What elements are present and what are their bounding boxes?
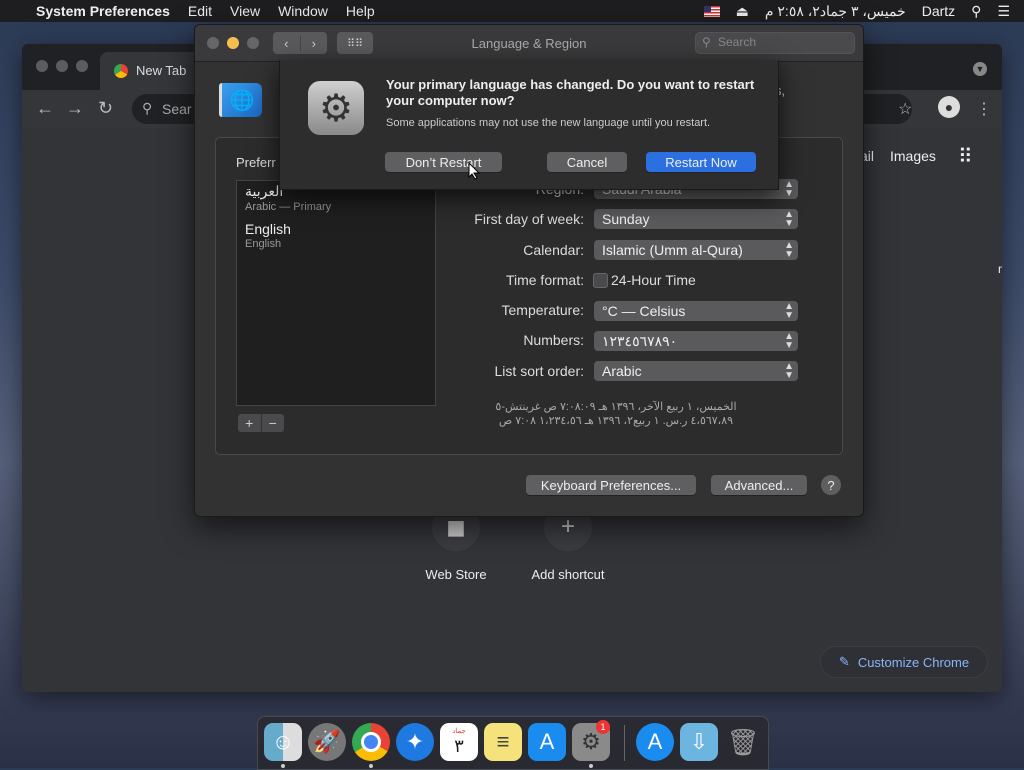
calendar-icon[interactable]: جماد ٣ [440, 723, 478, 761]
shortcut-label: Web Store [425, 567, 487, 582]
back-arrow-icon[interactable]: ← [36, 98, 54, 119]
sort-order-popup[interactable]: Arabic ▲ ▼ [594, 361, 798, 381]
updown-icon: ▲ ▼ [784, 331, 794, 351]
system-preferences-gear-icon: ⚙ [308, 81, 364, 135]
app-store-downloads-icon[interactable]: A [636, 723, 674, 761]
globe-flag-icon: 🌐 [219, 83, 262, 117]
lr-title-bar: ‹ › ⠿⠿ Language & Region ⚲ Search [195, 25, 863, 62]
menu-edit[interactable]: Edit [188, 3, 212, 19]
chrome-close-dot[interactable] [36, 60, 48, 72]
trash-icon[interactable]: 🗑 [724, 723, 762, 761]
calendar-month: جماد [452, 728, 466, 735]
advanced-button[interactable]: Advanced... [711, 475, 807, 495]
notification-center-icon[interactable]: ☰ [997, 3, 1010, 20]
app-store-icon[interactable]: A [528, 723, 566, 761]
running-indicator [281, 764, 285, 768]
apps-grid-icon[interactable]: ⠿ [958, 144, 973, 169]
menu-clock[interactable]: خميس، ٣ جماد٢، ٢:٥٨ م [765, 3, 906, 20]
numbers-value: ١٢٣٤٥٦٧٨٩٠ [602, 333, 678, 349]
preferred-languages-label: Preferr [236, 155, 276, 170]
updown-icon: ▲ ▼ [784, 301, 794, 321]
launchpad-icon[interactable]: 🚀 [308, 723, 346, 761]
downloads-folder-icon[interactable]: ⇩ [680, 723, 718, 761]
time-format-label: Time format: [505, 272, 584, 288]
notes-icon[interactable]: ≡ [484, 723, 522, 761]
restart-now-button[interactable]: Restart Now [646, 152, 756, 172]
chrome-logo-icon [114, 64, 128, 78]
temperature-popup[interactable]: °C — Celsius ▲ ▼ [594, 301, 798, 321]
updown-icon: ▲ ▼ [784, 179, 794, 199]
chrome-zoom-dot[interactable] [76, 60, 88, 72]
side-partial-text: m [998, 262, 1002, 276]
chrome-menu-icon[interactable]: ⋮ [976, 99, 992, 119]
updown-icon: ▲ ▼ [784, 240, 794, 260]
format-sample-line-2: ٤،٥٦٧،٨٩ ر.س. ١ ربيع٢، ١٣٩٦ هـ ١،٢٣٤،٥٦ … [498, 415, 734, 427]
forward-arrow-icon[interactable]: → [66, 98, 84, 119]
customize-chrome-button[interactable]: ✎ Customize Chrome [820, 646, 988, 678]
updown-icon: ▲ ▼ [784, 361, 794, 381]
dock: ☺ 🚀 ✦ جماد ٣ ≡ A ⚙ 1 A ⇩ 🗑 [257, 716, 769, 770]
shortcut-label: Add shortcut [531, 567, 605, 582]
pencil-icon: ✎ [838, 654, 850, 669]
input-source-flag-icon[interactable] [703, 5, 720, 17]
alert-title: Your primary language has changed. Do yo… [386, 77, 755, 108]
sort-order-label: List sort order: [494, 363, 584, 379]
sort-order-value: Arabic [602, 363, 642, 379]
first-day-value: Sunday [602, 211, 650, 227]
numbers-popup[interactable]: ١٢٣٤٥٦٧٨٩٠ ▲ ▼ [594, 331, 798, 351]
omnibox-search-icon: ⚲ [142, 100, 153, 116]
search-placeholder: Search [718, 35, 757, 49]
mouse-cursor-icon [468, 161, 481, 185]
help-button[interactable]: ? [821, 475, 841, 495]
first-day-label: First day of week: [474, 211, 584, 227]
chrome-tab-title: New Tab [136, 63, 187, 78]
cancel-button[interactable]: Cancel [547, 152, 627, 172]
updown-icon: ▲ ▼ [784, 209, 794, 229]
running-indicator [369, 764, 373, 768]
reload-icon[interactable]: ↻ [98, 98, 113, 119]
eject-icon[interactable]: ⏏ [736, 3, 749, 20]
alert-body: Some applications may not use the new la… [386, 117, 711, 129]
customize-label: Customize Chrome [857, 654, 970, 670]
temperature-label: Temperature: [501, 302, 584, 318]
numbers-label: Numbers: [523, 332, 584, 348]
24-hour-label[interactable]: 24-Hour Time [611, 272, 696, 288]
spotlight-search-icon[interactable]: ⚲ [971, 3, 981, 20]
menu-help[interactable]: Help [346, 3, 375, 19]
calendar-value: Islamic (Umm al-Qura) [602, 242, 743, 258]
first-day-popup[interactable]: Sunday ▲ ▼ [594, 209, 798, 229]
notification-badge: 1 [596, 720, 610, 734]
search-icon: ⚲ [702, 35, 711, 49]
menu-bar: System Preferences Edit View Window Help… [0, 0, 1024, 22]
dock-divider [624, 725, 625, 761]
remove-language-button[interactable]: − [262, 414, 285, 432]
keyboard-preferences-button[interactable]: Keyboard Preferences... [526, 475, 696, 495]
menu-view[interactable]: View [230, 3, 260, 19]
calendar-popup[interactable]: Islamic (Umm al-Qura) ▲ ▼ [594, 240, 798, 260]
chrome-dock-icon[interactable] [352, 723, 390, 761]
menu-window[interactable]: Window [278, 3, 328, 19]
safari-icon[interactable]: ✦ [396, 723, 434, 761]
search-field[interactable]: ⚲ Search [695, 32, 855, 54]
tab-search-icon[interactable]: ▼ [973, 62, 987, 76]
running-indicator [589, 764, 593, 768]
restart-alert-sheet: ⚙ Your primary language has changed. Do … [279, 60, 779, 190]
calendar-label: Calendar: [523, 242, 584, 258]
bookmark-star-icon[interactable]: ☆ [898, 99, 912, 119]
images-link[interactable]: Images [890, 148, 936, 164]
calendar-day: ٣ [454, 736, 464, 756]
format-sample-line-1: الخميس، ١ ربيع الآخر، ١٣٩٦ هـ ٧:٠٨:٠٩ ص … [495, 401, 737, 413]
temperature-value: °C — Celsius [602, 303, 686, 319]
omnibox-placeholder: Sear [162, 101, 192, 117]
add-remove-control: + − [238, 414, 284, 432]
dont-restart-button[interactable]: Don’t Restart [385, 152, 502, 172]
add-language-button[interactable]: + [238, 414, 262, 432]
finder-icon[interactable]: ☺ [264, 723, 302, 761]
24-hour-checkbox[interactable] [593, 273, 608, 288]
profile-icon[interactable]: ● [938, 96, 960, 118]
chrome-minimize-dot[interactable] [56, 60, 68, 72]
menu-app-name[interactable]: System Preferences [36, 3, 170, 19]
menu-user[interactable]: Dartz [922, 3, 955, 19]
